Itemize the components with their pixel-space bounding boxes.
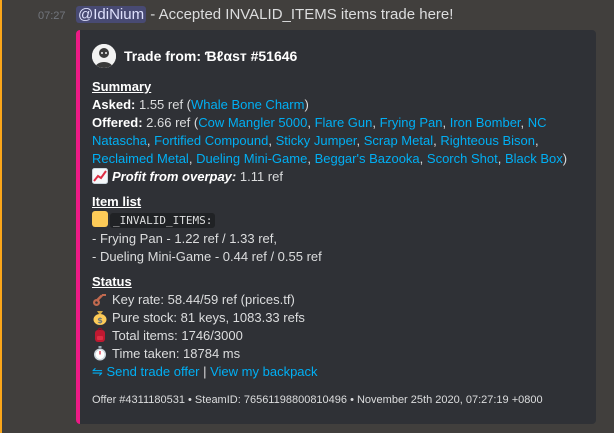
- offered-item-link[interactable]: Dueling Mini-Game: [196, 151, 307, 166]
- author-name: Trade from: Ɓℓαѕт #51646: [124, 48, 298, 64]
- embed-accent-bar: [76, 30, 80, 424]
- offered-item-link[interactable]: Righteous Bison: [440, 133, 535, 148]
- message-content: @IdiNium - Accepted INVALID_ITEMS items …: [76, 6, 453, 23]
- link-separator: |: [199, 364, 211, 379]
- time-taken-line: Time taken: 18784 ms: [92, 345, 588, 363]
- asked-label: Asked:: [92, 97, 136, 112]
- total-items: Total items: 1746/3000: [112, 328, 243, 343]
- offered-item-link[interactable]: Reclaimed Metal: [92, 151, 189, 166]
- item-list-title: Item list: [92, 194, 142, 209]
- embed-author: Trade from: Ɓℓαѕт #51646: [92, 44, 297, 68]
- offered-item-link[interactable]: Cow Mangler 5000: [198, 115, 307, 130]
- embed-description: Summary Asked: 1.55 ref (Whale Bone Char…: [92, 78, 588, 381]
- offered-item-link[interactable]: Sticky Jumper: [276, 133, 357, 148]
- offered-item-link[interactable]: Flare Gun: [315, 115, 373, 130]
- invalid-items-line: _INVALID_ITEMS:: [92, 211, 588, 230]
- asked-close: ): [304, 97, 309, 112]
- summary-title: Summary: [92, 79, 152, 94]
- profit-label: Profit from overpay:: [112, 169, 237, 184]
- mention-bar: [0, 0, 2, 433]
- profit-value: 1.11 ref: [236, 169, 283, 184]
- time-taken: Time taken: 18784 ms: [112, 346, 241, 361]
- status-title: Status: [92, 274, 132, 289]
- user-mention[interactable]: @IdiNium: [76, 6, 147, 23]
- message-timestamp: 07:27: [38, 10, 66, 22]
- chat-message: 07:27 @IdiNium - Accepted INVALID_ITEMS …: [0, 0, 614, 433]
- key-icon: [92, 291, 108, 307]
- list-item: - Dueling Mini-Game - 0.44 ref / 0.55 re…: [92, 249, 322, 264]
- stopwatch-icon: [92, 345, 108, 361]
- total-items-line: Total items: 1746/3000: [92, 327, 588, 345]
- asked-line: Asked: 1.55 ref (Whale Bone Charm): [92, 96, 588, 114]
- offered-value: 2.66 ref (: [142, 115, 199, 130]
- send-trade-offer-link[interactable]: ⇋ Send trade offer: [92, 364, 200, 379]
- asked-value: 1.55 ref (: [135, 97, 191, 112]
- offered-label: Offered:: [92, 115, 143, 130]
- backpack-icon: [92, 327, 108, 343]
- money-bag-icon: $: [92, 309, 108, 325]
- embed-footer: Offer #4311180531 • SteamID: 76561198800…: [92, 394, 543, 406]
- author-avatar[interactable]: [92, 44, 116, 68]
- profit-line: Profit from overpay: 1.11 ref: [92, 168, 588, 186]
- offered-item-link[interactable]: Frying Pan: [380, 115, 443, 130]
- message-text: - Accepted INVALID_ITEMS items trade her…: [146, 6, 454, 23]
- offered-line: Offered: 2.66 ref (Cow Mangler 5000, Fla…: [92, 115, 568, 166]
- links-line: ⇋ Send trade offer | View my backpack: [92, 363, 588, 381]
- offered-item-link[interactable]: Scorch Shot: [427, 151, 498, 166]
- offered-item-link[interactable]: Scrap Metal: [364, 133, 433, 148]
- key-rate: Key rate: 58.44/59 ref (prices.tf): [112, 292, 295, 307]
- view-backpack-link[interactable]: View my backpack: [210, 364, 317, 379]
- chart-increasing-icon: [92, 168, 108, 184]
- offered-item-link[interactable]: Fortified Compound: [154, 133, 268, 148]
- offered-item-link[interactable]: Black Box: [505, 151, 563, 166]
- pure-stock-line: $ Pure stock: 81 keys, 1083.33 refs: [92, 309, 588, 327]
- invalid-items-code: _INVALID_ITEMS:: [110, 213, 216, 228]
- offered-item-link[interactable]: Iron Bomber: [450, 115, 521, 130]
- offered-item-link[interactable]: Beggar's Bazooka: [315, 151, 420, 166]
- pure-stock: Pure stock: 81 keys, 1083.33 refs: [112, 310, 305, 325]
- svg-text:$: $: [97, 316, 103, 325]
- key-rate-line: Key rate: 58.44/59 ref (prices.tf): [92, 291, 588, 309]
- trade-embed: Trade from: Ɓℓαѕт #51646 Summary Asked: …: [76, 30, 596, 424]
- yellow-square-icon: [92, 211, 108, 227]
- list-item: - Frying Pan - 1.22 ref / 1.33 ref,: [92, 231, 277, 246]
- asked-item-link[interactable]: Whale Bone Charm: [191, 97, 304, 112]
